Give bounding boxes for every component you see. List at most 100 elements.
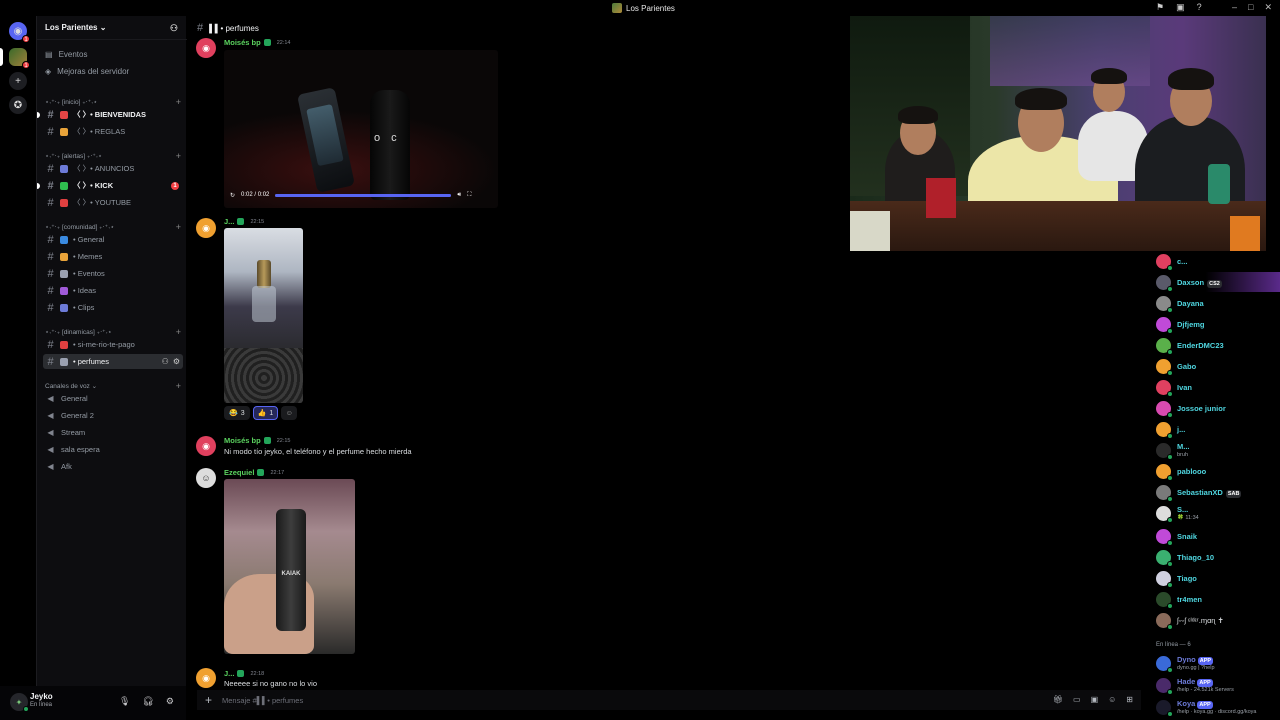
category-comunidad[interactable]: ⋆˖⁺‧₊ [comunidad] ₊‧⁺˖⋆ + (45, 222, 181, 232)
member-item[interactable]: pablooo (1156, 461, 1280, 481)
avatar[interactable]: ◉ (196, 218, 216, 238)
category-dinamicas[interactable]: ⋆˖⁺‧₊ [dinamicas] ₊‧⁺˖⋆ + (45, 327, 181, 337)
reaction-thumbs-up[interactable]: 👍 1 (252, 406, 279, 420)
voice-channel-afk[interactable]: ◀ Afk (43, 459, 183, 474)
member-item[interactable]: Ivan (1156, 377, 1280, 397)
role-icon (237, 670, 245, 677)
video-attachment[interactable]: o c (224, 50, 498, 208)
voice-channel-general-2[interactable]: ◀ General 2 (43, 408, 183, 423)
server-icon-los-parientes[interactable]: 1 (9, 48, 30, 69)
member-item[interactable]: j... (1156, 419, 1280, 439)
help-icon[interactable]: ? (1197, 2, 1202, 13)
author-name[interactable]: Moisés bp (224, 436, 261, 445)
close-icon[interactable]: ✕ (1264, 2, 1272, 13)
voice-channel-sala-espera[interactable]: ◀ sala espera (43, 442, 183, 457)
channel-eventos[interactable]: # • Eventos (43, 266, 183, 281)
channel-ideas[interactable]: # • Ideas (43, 283, 183, 298)
channel-si-me-rio-te-pago[interactable]: # • si-me-rio-te-pago (43, 337, 183, 352)
member-item[interactable]: Tiago (1156, 568, 1280, 588)
invite-member-icon[interactable]: ⚇ (162, 357, 169, 366)
maximize-icon[interactable]: □ (1248, 2, 1253, 13)
emoji-icon[interactable]: ☺ (1108, 695, 1116, 704)
member-item[interactable]: S... 🍀 11:34 (1156, 503, 1280, 523)
avatar (1156, 400, 1173, 418)
category-voice[interactable]: Canales de voz ⌄ + (45, 381, 181, 391)
channel-clips[interactable]: # • Clips (43, 300, 183, 315)
channel-memes[interactable]: # • Memes (43, 249, 183, 264)
channel-youtube[interactable]: # 〈 〉• YOUTUBE (43, 195, 183, 210)
add-channel-icon[interactable]: + (176, 381, 181, 391)
bot-item[interactable]: Dyno APP dyno.gg | ?help (1156, 653, 1280, 673)
voice-channel-stream[interactable]: ◀ Stream (43, 425, 183, 440)
microphone-icon[interactable]: 🎙︎ (119, 696, 130, 707)
discover-button[interactable]: ✪ (9, 96, 27, 114)
events-item[interactable]: ▤ Eventos (45, 50, 87, 59)
video-progress-bar[interactable] (275, 193, 452, 197)
member-item[interactable]: Dayana (1156, 293, 1280, 313)
invite-icon[interactable]: ⚇ (170, 23, 178, 34)
author-name[interactable]: Ezequiel (224, 468, 254, 477)
voice-channel-general[interactable]: ◀ General (43, 391, 183, 406)
member-item[interactable]: Snaik (1156, 526, 1280, 546)
headphones-icon[interactable]: 🎧︎ (142, 696, 153, 707)
gear-icon[interactable]: ⚙ (173, 357, 180, 366)
add-channel-icon[interactable]: + (176, 222, 181, 232)
member-item[interactable]: c... (1156, 251, 1280, 271)
member-item[interactable]: Djfjemg (1156, 314, 1280, 334)
member-item[interactable]: Thiago_10 (1156, 547, 1280, 567)
reaction-laugh[interactable]: 😂 3 (224, 406, 250, 420)
member-name: c... (1177, 256, 1188, 266)
member-item[interactable]: Gabo (1156, 356, 1280, 376)
avatar[interactable]: ◉ (196, 38, 216, 58)
message-input[interactable]: + Mensaje #▌▌• perfumes 🎁︎ ▭ ▣ ☺ ⊞ (197, 690, 1141, 710)
gift-icon[interactable]: 🎁︎ (1053, 695, 1063, 704)
member-item[interactable]: EnderDMC23 (1156, 335, 1280, 355)
member-item[interactable]: tr4men (1156, 589, 1280, 609)
server-header[interactable]: Los Parientes ⌄ ⚇ (37, 16, 187, 40)
bot-item[interactable]: Koya APP/help · koya.gg · discord.gg/koya (1156, 697, 1280, 717)
pin-icon[interactable]: ⚑ (1156, 2, 1164, 13)
channel-anuncios[interactable]: # 〈 〉• ANUNCIOS (43, 161, 183, 176)
fullscreen-icon[interactable]: ⛶ (467, 192, 471, 199)
add-server-button[interactable]: + (9, 72, 27, 90)
channel-perfumes[interactable]: # • perfumes ⚇ ⚙ (43, 354, 183, 369)
minimize-icon[interactable]: – (1232, 2, 1237, 13)
server-boost-item[interactable]: ◈ Mejoras del servidor (45, 67, 129, 76)
discord-icon: ◉ (13, 25, 23, 37)
author-name[interactable]: Moisés bp (224, 38, 261, 47)
image-attachment[interactable] (224, 228, 303, 403)
member-item[interactable]: Jossoe junior (1156, 398, 1280, 418)
bot-item[interactable]: Hade APP/help - 24.521k Servers (1156, 675, 1280, 695)
gear-icon[interactable]: ⚙ (166, 696, 174, 707)
avatar[interactable]: ✦ (10, 693, 29, 712)
avatar[interactable]: ◉ (196, 436, 216, 456)
avatar[interactable]: ☺ (196, 468, 216, 488)
category-inicio[interactable]: ⋆˖⁺‧₊ [inicio] ₊‧⁺˖⋆ + (45, 97, 181, 107)
add-channel-icon[interactable]: + (176, 327, 181, 337)
gif-icon[interactable]: ▭ (1073, 695, 1081, 704)
member-item[interactable]: Daxson CS2 (1156, 272, 1280, 292)
avatar[interactable]: ◉ (196, 668, 216, 688)
online-status-dot (1167, 453, 1173, 460)
author-name[interactable]: J... (224, 669, 234, 678)
apps-icon[interactable]: ⊞ (1126, 695, 1133, 704)
sticker-icon[interactable]: ▣ (1091, 695, 1099, 704)
add-channel-icon[interactable]: + (176, 151, 181, 161)
channel-reglas[interactable]: # 〈 〉• REGLAS (43, 124, 183, 139)
add-attachment-icon[interactable]: + (205, 693, 212, 707)
add-channel-icon[interactable]: + (176, 97, 181, 107)
add-reaction-button[interactable]: ☺ (281, 406, 298, 420)
author-name[interactable]: J... (224, 217, 234, 226)
inbox-icon[interactable]: ▣ (1176, 2, 1185, 13)
image-attachment[interactable]: KAIAK (224, 479, 355, 654)
channel-kick[interactable]: # 〈 〉• KICK 1 (37, 178, 183, 193)
channel-bienvenidas[interactable]: # 〈 〉• BIENVENIDAS (37, 107, 183, 122)
volume-icon[interactable]: 🔊︎ (457, 192, 461, 199)
channel-general[interactable]: # • General (43, 232, 183, 247)
replay-icon[interactable]: ↻ (230, 192, 235, 199)
category-alertas[interactable]: ⋆˖⁺‧₊ [alertas] ₊‧⁺˖⋆ + (45, 151, 181, 161)
member-item[interactable]: ʃᵕᵕʃ ᵋᴵᵈᵋʳ.ɱɑɳ ✝ (1156, 610, 1280, 630)
home-button[interactable]: ◉ 1 (9, 22, 30, 43)
member-item[interactable]: SebastianXD SAB (1156, 482, 1280, 502)
member-item[interactable]: M... bruh (1156, 440, 1280, 460)
